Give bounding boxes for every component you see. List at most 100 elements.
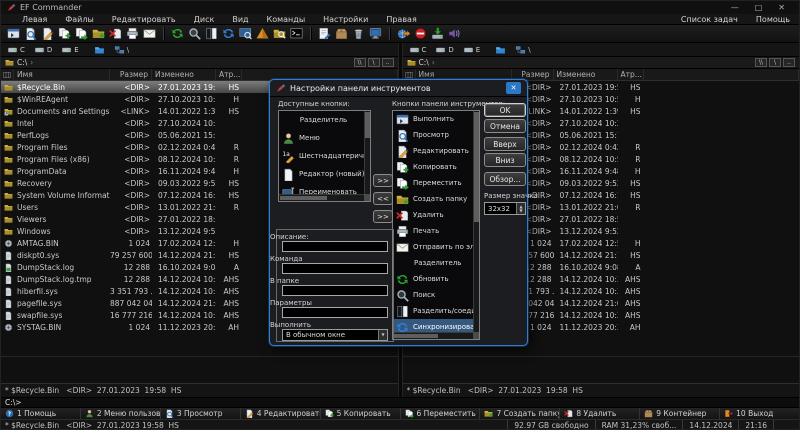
- toolbar-edit-file-button[interactable]: [39, 26, 56, 42]
- ok-button[interactable]: OK: [484, 103, 526, 117]
- parent-dir-button[interactable]: ..: [783, 58, 795, 67]
- available-buttons-list[interactable]: РазделительМеню1aШестнадцатеричный редак…: [278, 110, 371, 202]
- vertical-scrollbar[interactable]: [364, 111, 370, 201]
- fn-key-8-button[interactable]: 8 Удалить: [559, 408, 639, 419]
- fn-key-9-button[interactable]: 9 Контейнер: [639, 408, 719, 419]
- toolbar-mail-button[interactable]: [141, 26, 158, 42]
- list-item[interactable]: Разделитель: [393, 255, 479, 271]
- toolbar-terminal-button[interactable]: [288, 26, 305, 42]
- move-down-button[interactable]: Вниз: [484, 153, 526, 167]
- drive-d-button[interactable]: D: [31, 44, 55, 56]
- folder-blue-button[interactable]: [91, 44, 108, 56]
- toolbar-magnify-screen-button[interactable]: [237, 26, 254, 42]
- transfer-right-button[interactable]: >>: [373, 174, 393, 187]
- path-bar-right[interactable]: C:\›\\\..: [403, 57, 800, 69]
- fn-key-10-button[interactable]: 10 Выход: [719, 408, 799, 419]
- list-item[interactable]: Поиск: [393, 287, 479, 303]
- column-modified[interactable]: Изменено: [152, 69, 216, 80]
- toolbar-ftp-connect-button[interactable]: [395, 26, 412, 42]
- root-button[interactable]: \\: [354, 58, 366, 67]
- horizontal-scrollbar[interactable]: [279, 194, 364, 201]
- drive-c-button[interactable]: C: [406, 44, 430, 56]
- icon-size-select[interactable]: 32x32 ▲▼: [484, 202, 526, 215]
- menu-item-левая[interactable]: Левая: [13, 15, 56, 24]
- column-size[interactable]: Размер: [110, 69, 152, 80]
- list-item[interactable]: Разделить/соединить: [393, 303, 479, 319]
- fn-key-6-button[interactable]: 6 Переместить: [400, 408, 480, 419]
- list-item[interactable]: Удалить: [393, 207, 479, 223]
- list-item[interactable]: Создать папку: [393, 191, 479, 207]
- column-modified[interactable]: Изменено: [554, 69, 618, 80]
- path-bar-left[interactable]: C:\›\\\..: [1, 57, 398, 69]
- toolbar-sync-folders-button[interactable]: [220, 26, 237, 42]
- fn-key-4-button[interactable]: 4 Редактировать: [240, 408, 320, 419]
- menu-item-помощь[interactable]: Помощь: [747, 15, 799, 24]
- scrollbar-thumb[interactable]: [474, 112, 479, 222]
- folder-blue-button[interactable]: [492, 44, 509, 56]
- list-item[interactable]: 1aШестнадцатеричный редактор: [279, 147, 370, 165]
- command-line[interactable]: C:\>: [1, 397, 799, 407]
- column-name[interactable]: Имя: [14, 69, 110, 80]
- drive-d-button[interactable]: D: [432, 44, 456, 56]
- menu-item-файлы[interactable]: Файлы: [56, 15, 102, 24]
- fn-key-7-button[interactable]: 7 Создать папку: [479, 408, 559, 419]
- toolbar-delete-file-button[interactable]: [107, 26, 124, 42]
- drive-c-button[interactable]: C: [4, 44, 28, 56]
- cancel-button[interactable]: Отмена: [484, 119, 526, 133]
- toolbar-refresh-button[interactable]: [169, 26, 186, 42]
- parameters-input[interactable]: [282, 307, 388, 318]
- toolbar-print-button[interactable]: [124, 26, 141, 42]
- toolbar-sound-button[interactable]: [446, 26, 463, 42]
- description-input[interactable]: [282, 241, 388, 252]
- menu-item-диск[interactable]: Диск: [185, 15, 224, 24]
- toolbar-view-file-button[interactable]: [22, 26, 39, 42]
- close-icon[interactable]: ✕: [778, 3, 785, 12]
- scrollbar-thumb[interactable]: [280, 196, 327, 200]
- list-item[interactable]: Редактор (новый): [279, 165, 370, 183]
- parent-dir-button[interactable]: ..: [382, 58, 394, 67]
- toolbar-new-folder-button[interactable]: [90, 26, 107, 42]
- columns-icon[interactable]: [1, 69, 14, 80]
- menu-item-правая[interactable]: Правая: [377, 15, 425, 24]
- fn-key-1-button[interactable]: ?1 Помощь: [1, 408, 80, 419]
- column-attr[interactable]: Атр...: [216, 69, 242, 80]
- toolbar-recycle-bin-button[interactable]: [350, 26, 367, 42]
- toolbar-find-in-folder-button[interactable]: [271, 26, 288, 42]
- menu-item-настройки[interactable]: Настройки: [314, 15, 377, 24]
- list-item[interactable]: Отправить по электронной почте: [393, 239, 479, 255]
- menu-item-вид[interactable]: Вид: [223, 15, 257, 24]
- dropdown-arrow-icon[interactable]: ▼: [378, 330, 387, 340]
- network-button[interactable]: \: [512, 44, 533, 56]
- toolbar-pack-button[interactable]: [254, 26, 271, 42]
- toolbar-copy-files-button[interactable]: [56, 26, 73, 42]
- toolbar-search-button[interactable]: [186, 26, 203, 42]
- toolbar-pack-box-button[interactable]: [333, 26, 350, 42]
- network-button[interactable]: \: [111, 44, 132, 56]
- menu-item-список задач[interactable]: Список задач: [672, 15, 747, 24]
- transfer-left-button[interactable]: <<: [373, 192, 393, 205]
- backslash-button[interactable]: \: [368, 58, 380, 67]
- browse-button[interactable]: Обзор...: [484, 172, 526, 186]
- toolbar-buttons-list[interactable]: ВыполнитьПросмотрРедактироватьКопировать…: [392, 110, 480, 340]
- scrollbar-thumb[interactable]: [365, 112, 370, 138]
- in-folder-input[interactable]: [282, 285, 388, 296]
- toolbar-ftp-disconnect-button[interactable]: [412, 26, 429, 42]
- backslash-button[interactable]: \: [769, 58, 781, 67]
- fn-key-2-button[interactable]: 2 Меню пользователя: [80, 408, 160, 419]
- list-item[interactable]: Меню: [279, 129, 370, 147]
- column-attr[interactable]: Атр...: [618, 69, 644, 80]
- list-item[interactable]: Просмотр: [393, 127, 479, 143]
- toolbar-split-file-button[interactable]: [203, 26, 220, 42]
- list-item[interactable]: Печать: [393, 223, 479, 239]
- dialog-close-button[interactable]: ✕: [506, 82, 521, 94]
- fn-key-3-button[interactable]: 3 Просмотр: [160, 408, 240, 419]
- move-up-button[interactable]: Вверх: [484, 137, 526, 151]
- minimize-icon[interactable]: —: [731, 3, 739, 12]
- command-input[interactable]: [282, 263, 388, 274]
- spinner-icon[interactable]: ▲▼: [516, 203, 525, 214]
- menu-item-редактировать[interactable]: Редактировать: [103, 15, 185, 24]
- list-item[interactable]: Редактировать: [393, 143, 479, 159]
- horizontal-scrollbar[interactable]: [393, 332, 473, 339]
- vertical-scrollbar[interactable]: [473, 111, 479, 339]
- list-item[interactable]: Обновить: [393, 271, 479, 287]
